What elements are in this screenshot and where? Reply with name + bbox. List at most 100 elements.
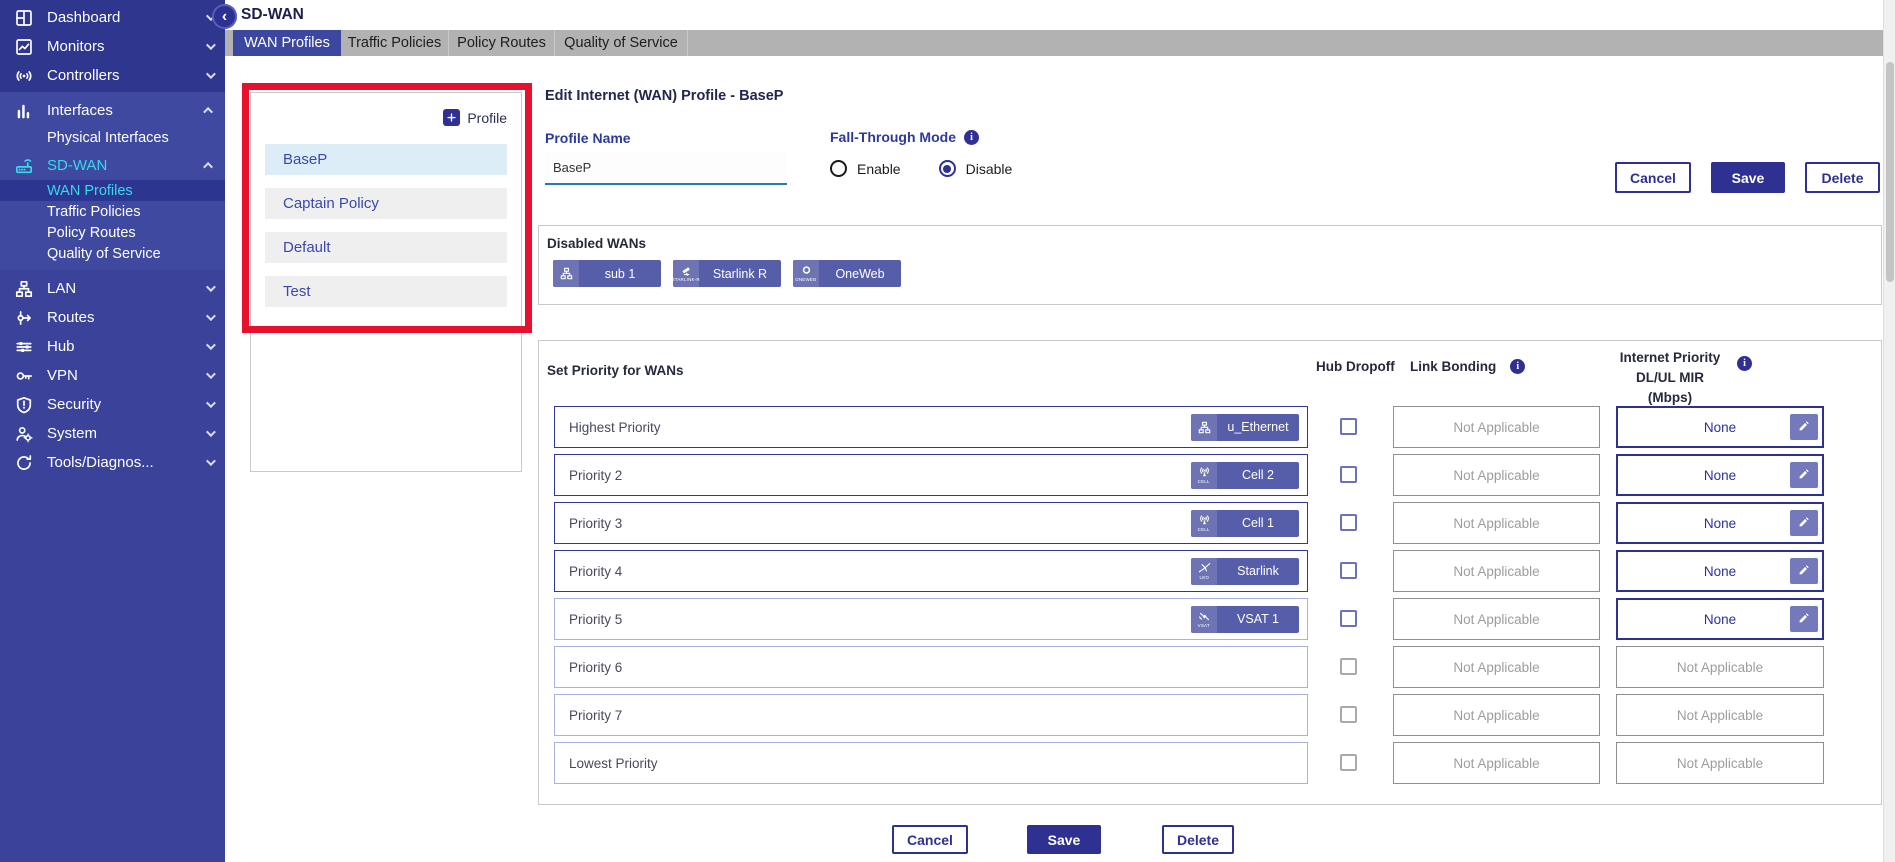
edit-pencil-button[interactable] [1790, 606, 1818, 632]
sidebar-item-wan-profiles[interactable]: WAN Profiles [0, 180, 225, 201]
cancel-button-top[interactable]: Cancel [1615, 162, 1691, 193]
sidebar-item-system[interactable]: System [0, 419, 225, 448]
internet-priority-field: Not Applicable [1616, 646, 1824, 688]
priority-row-priority-5[interactable]: Priority 5 VSAT VSAT 1 [554, 598, 1308, 640]
wan-badge-sub-1[interactable]: sub 1 [553, 260, 661, 287]
priority-row-priority-6[interactable]: Priority 6 [554, 646, 1308, 688]
profile-name-input[interactable] [545, 152, 787, 185]
edit-pencil-button[interactable] [1790, 558, 1818, 584]
profile-list-panel: Profile BaseP Captain Policy Default Test [250, 92, 522, 472]
sidebar-item-traffic-policies[interactable]: Traffic Policies [0, 201, 225, 222]
priority-row-priority-4[interactable]: Priority 4LEOStarlink [554, 550, 1308, 592]
priority-row-highest-priority[interactable]: Highest Priority u_Ethernet [554, 406, 1308, 448]
chevron-down-icon [206, 398, 216, 408]
sidebar-item-security[interactable]: Security [0, 390, 225, 419]
delete-button-top[interactable]: Delete [1805, 162, 1880, 193]
info-icon[interactable]: i [964, 130, 979, 145]
internet-priority-field[interactable]: None [1616, 550, 1824, 592]
hub-dropoff-checkbox[interactable] [1340, 562, 1357, 579]
edit-pencil-button[interactable] [1790, 414, 1818, 440]
priority-row-priority-7[interactable]: Priority 7 [554, 694, 1308, 736]
sidebar-item-vpn[interactable]: VPN [0, 361, 225, 390]
priority-row-lowest-priority[interactable]: Lowest Priority [554, 742, 1308, 784]
wan-badge-u-ethernet[interactable]: u_Ethernet [1191, 414, 1299, 441]
sidebar-item-physical-interfaces[interactable]: Physical Interfaces [0, 125, 225, 151]
edit-pencil-button[interactable] [1790, 510, 1818, 536]
sidebar-item-monitors[interactable]: Monitors [0, 32, 225, 61]
vertical-scrollbar[interactable] [1883, 0, 1895, 862]
priority-row-label: Priority 5 [569, 612, 622, 627]
sdwan-icon [14, 156, 34, 176]
internet-priority-field[interactable]: None [1616, 406, 1824, 448]
info-icon[interactable]: i [1737, 356, 1752, 371]
wan-badge-cell-2[interactable]: CELLCell 2 [1191, 462, 1299, 489]
cell-icon: CELL [1191, 510, 1217, 537]
hub-dropoff-checkbox [1340, 754, 1357, 771]
link-bonding-field: Not Applicable [1393, 646, 1600, 688]
hub-dropoff-checkbox[interactable] [1340, 514, 1357, 531]
tab-quality-of-service[interactable]: Quality of Service [555, 30, 688, 56]
profile-item-default[interactable]: Default [265, 232, 507, 263]
profile-add-row: Profile [265, 109, 507, 126]
sidebar-item-hub[interactable]: Hub [0, 332, 225, 361]
cancel-button-bottom[interactable]: Cancel [892, 825, 968, 854]
wan-badge-cell-1[interactable]: CELLCell 1 [1191, 510, 1299, 537]
enable-radio[interactable] [830, 160, 847, 177]
priority-row-priority-3[interactable]: Priority 3CELLCell 1 [554, 502, 1308, 544]
sidebar-item-sd-wan[interactable]: SD-WAN [0, 151, 225, 180]
app-root: DashboardMonitorsControllers InterfacesPh… [0, 0, 1895, 862]
internet-priority-field[interactable]: None [1616, 598, 1824, 640]
internet-priority-value: None [1704, 564, 1736, 579]
priority-row-priority-2[interactable]: Priority 2CELLCell 2 [554, 454, 1308, 496]
badge-caption: VSAT [1198, 623, 1210, 628]
wan-badge-starlink-r[interactable]: STARLINK-RStarlink R [673, 260, 781, 287]
scrollbar-thumb[interactable] [1886, 62, 1894, 282]
wan-badge-starlink[interactable]: LEOStarlink [1191, 558, 1299, 585]
internet-priority-header: Internet Priority DL/UL MIR (Mbps) [1614, 348, 1726, 408]
sidebar-item-quality-of-service[interactable]: Quality of Service [0, 243, 225, 264]
save-button-bottom[interactable]: Save [1027, 825, 1101, 854]
hub-dropoff-checkbox [1340, 706, 1357, 723]
disabled-wans-title: Disabled WANs [547, 236, 646, 251]
hub-dropoff-checkbox[interactable] [1340, 610, 1357, 627]
hub-dropoff-checkbox[interactable] [1340, 418, 1357, 435]
internet-priority-field[interactable]: None [1616, 454, 1824, 496]
top-header: ‹ SD-WAN [225, 0, 1895, 30]
wan-badge-vsat-1[interactable]: VSAT VSAT 1 [1191, 606, 1299, 633]
wan-badge-oneweb[interactable]: ONEWEBOneWeb [793, 260, 901, 287]
save-button-top[interactable]: Save [1711, 162, 1785, 193]
disable-radio[interactable] [939, 160, 956, 177]
internet-priority-field[interactable]: None [1616, 502, 1824, 544]
sidebar-item-dashboard[interactable]: Dashboard [0, 3, 225, 32]
add-profile-button[interactable]: Profile [443, 109, 507, 126]
pencil-icon [1797, 419, 1811, 436]
tab-policy-routes[interactable]: Policy Routes [449, 30, 555, 56]
sidebar-section-top: DashboardMonitorsControllers [0, 0, 225, 92]
sidebar-item-tools-diagnos[interactable]: Tools/Diagnos... [0, 448, 225, 477]
info-icon[interactable]: i [1510, 359, 1525, 374]
edit-pencil-button[interactable] [1790, 462, 1818, 488]
sidebar-item-lan[interactable]: LAN [0, 274, 225, 303]
tab-traffic-policies[interactable]: Traffic Policies [341, 30, 449, 56]
sidebar-item-routes[interactable]: Routes [0, 303, 225, 332]
sidebar: DashboardMonitorsControllers InterfacesPh… [0, 0, 225, 862]
sidebar-item-controllers[interactable]: Controllers [0, 61, 225, 90]
sidebar-item-policy-routes[interactable]: Policy Routes [0, 222, 225, 243]
priority-row-label: Highest Priority [569, 420, 661, 435]
badge-label: Starlink [1217, 558, 1299, 585]
internet-priority-value: None [1704, 516, 1736, 531]
profile-item-test[interactable]: Test [265, 276, 507, 307]
internet-priority-header-line2: DL/UL MIR (Mbps) [1614, 368, 1726, 408]
hub-dropoff-checkbox[interactable] [1340, 466, 1357, 483]
profile-item-basep[interactable]: BaseP [265, 144, 507, 175]
badge-label: VSAT 1 [1217, 606, 1299, 633]
delete-button-bottom[interactable]: Delete [1162, 825, 1234, 854]
internet-priority-header-line1: Internet Priority [1614, 348, 1726, 368]
sidebar-collapse-button[interactable]: ‹ [212, 4, 237, 29]
chevron-down-icon [206, 311, 216, 321]
sidebar-item-interfaces[interactable]: Interfaces [0, 96, 225, 125]
priority-title: Set Priority for WANs [547, 363, 684, 378]
tab-wan-profiles[interactable]: WAN Profiles [233, 30, 341, 56]
profile-item-captain-policy[interactable]: Captain Policy [265, 188, 507, 219]
internet-priority-value: None [1704, 468, 1736, 483]
